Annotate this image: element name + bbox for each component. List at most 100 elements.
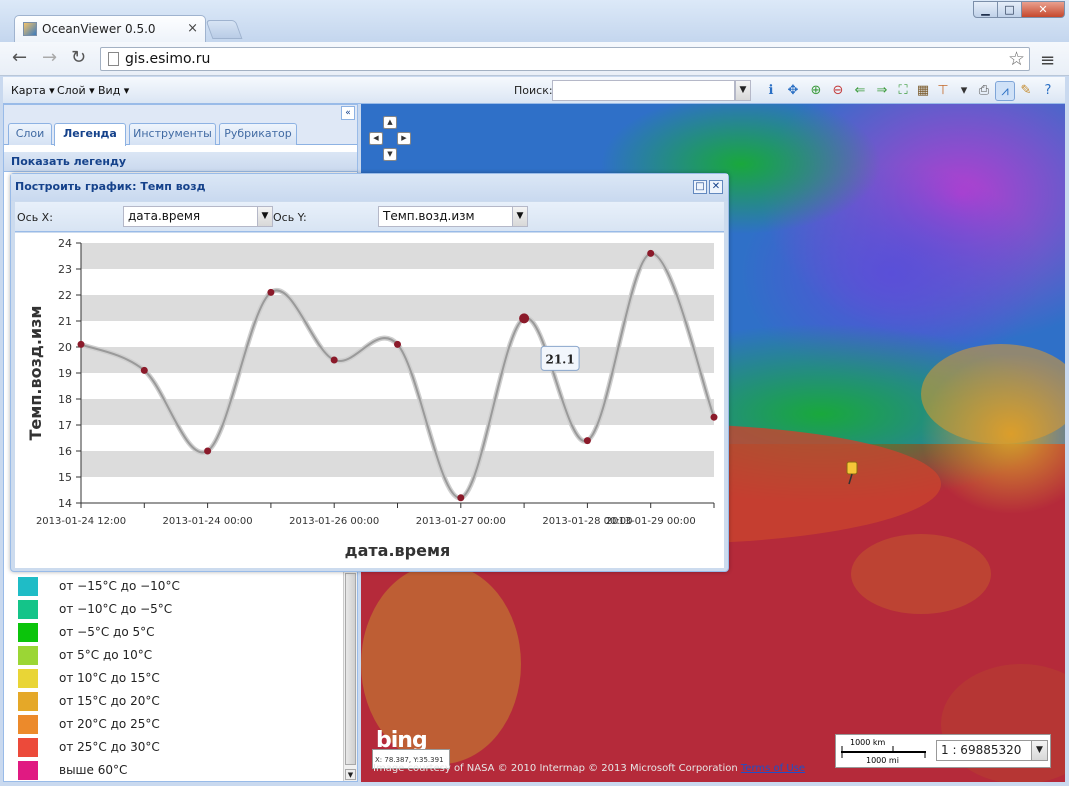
- terms-of-use-link[interactable]: Terms of Use: [741, 763, 805, 774]
- legend-item: от −15°С до −10°С: [14, 575, 334, 598]
- legend-label: от 5°С до 10°С: [59, 648, 153, 662]
- zoom-dropdown-icon[interactable]: ▼: [1031, 741, 1047, 760]
- legend-scrollbar[interactable]: ▼: [343, 565, 357, 781]
- y-axis-option-label: Ось Y:: [273, 211, 307, 224]
- tab-legend[interactable]: Легенда: [54, 123, 126, 146]
- legend-swatch: [18, 738, 38, 757]
- y-tick-label: 14: [58, 497, 72, 510]
- table-icon[interactable]: ▦: [913, 81, 933, 101]
- bookmark-star-icon[interactable]: ☆: [1008, 48, 1025, 70]
- y-axis-title: Темп.возд.изм: [26, 306, 45, 441]
- grid-band: [81, 451, 714, 477]
- y-axis-select[interactable]: Темп.возд.изм ▼: [378, 206, 528, 227]
- pan-right-icon[interactable]: ▶: [397, 132, 411, 145]
- tab-tools[interactable]: Инструменты: [129, 123, 216, 145]
- x-axis-title: дата.время: [345, 541, 451, 560]
- legend-swatch: [18, 646, 38, 665]
- pan-down-icon[interactable]: ▼: [383, 148, 397, 161]
- zoom-scale-select[interactable]: 1 : 69885320 ▼: [936, 740, 1048, 761]
- edit-icon[interactable]: ✎: [1016, 81, 1036, 101]
- data-point: [647, 249, 655, 257]
- maximize-button[interactable]: □: [997, 1, 1022, 18]
- scroll-thumb[interactable]: [345, 573, 356, 765]
- measure-icon[interactable]: ⊤: [933, 81, 953, 101]
- reload-icon[interactable]: ↻: [71, 49, 86, 67]
- full-extent-icon[interactable]: ⛶: [893, 81, 913, 101]
- legend-item: выше 60°С: [14, 759, 334, 782]
- legend-item: от −10°С до −5°С: [14, 598, 334, 621]
- menu-view[interactable]: Вид ▾: [98, 84, 129, 97]
- data-point: [77, 340, 85, 348]
- legend-label: от −10°С до −5°С: [59, 602, 173, 616]
- tab-title: OceanViewer 0.5.0: [42, 22, 156, 36]
- help-icon[interactable]: ?: [1038, 81, 1058, 101]
- grid-band: [81, 295, 714, 321]
- legend-label: выше 60°С: [59, 763, 128, 777]
- legend-label: от 25°С до 30°С: [59, 740, 160, 754]
- legend-header[interactable]: Показать легенду: [4, 152, 357, 172]
- scale-mi: 1000 mi: [866, 756, 899, 765]
- chart-window-header[interactable]: Построить график: Темп возд □ ✕: [11, 174, 728, 201]
- search-label: Поиск:: [514, 84, 553, 97]
- history-back-icon[interactable]: ⇐: [850, 81, 870, 101]
- search-dropdown-icon[interactable]: ▼: [735, 80, 751, 101]
- url-text[interactable]: gis.esimo.ru: [125, 51, 210, 67]
- close-icon[interactable]: ✕: [709, 180, 723, 194]
- search-input[interactable]: [552, 80, 735, 101]
- new-tab-button[interactable]: [205, 20, 243, 39]
- legend-swatch: [18, 669, 38, 688]
- restore-icon[interactable]: □: [693, 180, 707, 194]
- tab-close-icon[interactable]: ×: [187, 21, 198, 36]
- browser-menu-icon[interactable]: ≡: [1040, 50, 1055, 71]
- legend-label: от 15°С до 20°С: [59, 694, 160, 708]
- legend-label: от 10°С до 15°С: [59, 671, 160, 685]
- x-axis-select[interactable]: дата.время ▼: [123, 206, 273, 227]
- chart-area: 14 15 16 17 18 19 20 21 22 23 24 2013-01-24 12:00 20…: [15, 233, 724, 568]
- pan-up-icon[interactable]: ▲: [383, 116, 397, 129]
- info-icon[interactable]: ℹ: [761, 81, 781, 101]
- address-bar[interactable]: gis.esimo.ru ☆: [100, 47, 1030, 71]
- tab-rubricator[interactable]: Рубрикатор: [219, 123, 297, 145]
- menu-map[interactable]: Карта ▾: [11, 84, 55, 97]
- y-tick-label: 17: [58, 419, 72, 432]
- legend-label: от 20°С до 25°С: [59, 717, 160, 731]
- chart-icon[interactable]: ⩘: [995, 81, 1015, 101]
- x-tick-label: 2013-01-24 00:00: [163, 516, 253, 527]
- forward-arrow-icon[interactable]: →: [42, 49, 57, 67]
- data-point: [140, 366, 148, 374]
- browser-window: OceanViewer 0.5.0 × ▁ □ ✕ ← → ↻ gis.esim…: [0, 0, 1069, 786]
- data-point: [330, 356, 338, 364]
- zoom-scale-value: 1 : 69885320: [941, 743, 1022, 757]
- print-icon[interactable]: ⎙: [974, 81, 994, 101]
- zoom-in-icon[interactable]: ⊕: [806, 81, 826, 101]
- y-axis-dropdown-icon[interactable]: ▼: [512, 207, 527, 226]
- favicon-icon: [23, 22, 37, 36]
- menu-layer[interactable]: Слой ▾: [57, 84, 95, 97]
- legend-swatch: [18, 692, 38, 711]
- history-forward-icon[interactable]: ⇒: [872, 81, 892, 101]
- scroll-down-icon[interactable]: ▼: [345, 769, 356, 780]
- zoom-out-icon[interactable]: ⊖: [828, 81, 848, 101]
- browser-tab[interactable]: OceanViewer 0.5.0 ×: [14, 15, 206, 42]
- pan-icon[interactable]: ✥: [783, 81, 803, 101]
- panel-header: «: [4, 105, 357, 121]
- map-attribution: Image courtesy of NASA © 2010 Intermap ©…: [373, 763, 805, 774]
- legend-item: от 25°С до 30°С: [14, 736, 334, 759]
- back-arrow-icon[interactable]: ←: [12, 49, 27, 67]
- chart-window: Построить график: Темп возд □ ✕ Ось X: д…: [10, 173, 729, 572]
- address-toolbar: ← → ↻ gis.esimo.ru ☆ ≡: [0, 42, 1069, 76]
- close-window-button[interactable]: ✕: [1021, 1, 1065, 18]
- tab-layers[interactable]: Слои: [8, 123, 52, 145]
- legend-swatch: [18, 715, 38, 734]
- pan-left-icon[interactable]: ◀: [369, 132, 383, 145]
- dropdown-icon[interactable]: ▾: [954, 81, 974, 101]
- collapse-icon[interactable]: «: [341, 106, 355, 120]
- x-axis-dropdown-icon[interactable]: ▼: [257, 207, 272, 226]
- legend-swatch: [18, 623, 38, 642]
- grid-band: [81, 243, 714, 269]
- minimize-button[interactable]: ▁: [973, 1, 998, 18]
- y-tick-label: 15: [58, 471, 72, 484]
- attribution-text: Image courtesy of NASA © 2010 Intermap ©…: [373, 763, 738, 774]
- scale-km: 1000 km: [850, 738, 886, 747]
- y-tick-label: 23: [58, 263, 72, 276]
